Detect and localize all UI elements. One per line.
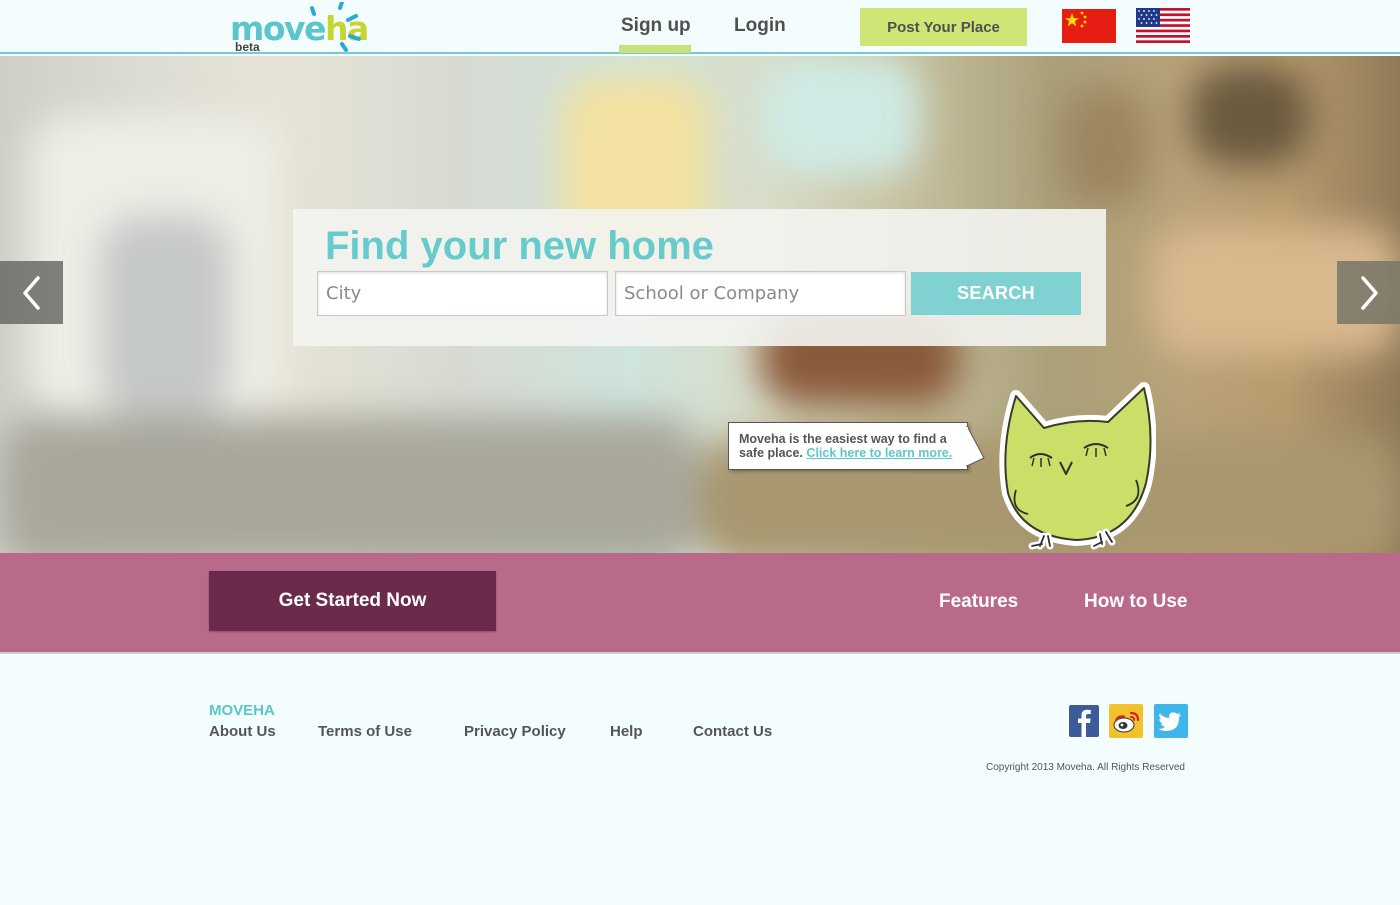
weibo-icon[interactable] [1109, 704, 1143, 738]
footer-brand: MOVEHA [209, 702, 275, 719]
carousel-next-button[interactable] [1337, 261, 1400, 324]
usa-flag-graphic [1136, 8, 1190, 43]
city-input[interactable] [317, 271, 608, 316]
search-button[interactable]: SEARCH [911, 272, 1081, 315]
footer-terms-link[interactable]: Terms of Use [318, 723, 412, 740]
login-link[interactable]: Login [734, 15, 786, 37]
how-to-use-link[interactable]: How to Use [1084, 591, 1187, 613]
china-flag-graphic [1065, 11, 1087, 28]
footer-contact-link[interactable]: Contact Us [693, 723, 772, 740]
bg-floor-shape [0, 416, 700, 553]
active-nav-indicator [619, 45, 691, 53]
bg-frame-shape [1060, 86, 1150, 206]
logo-sunburst-icon [310, 2, 361, 52]
weibo-glyph [1113, 711, 1140, 733]
twitter-glyph [1158, 712, 1181, 731]
owl-mascot [999, 382, 1156, 550]
carousel-prev-button[interactable] [0, 261, 63, 324]
bg-window-shape [100, 216, 230, 416]
hero-banner: Find your new home SEARCH Moveha is the … [0, 56, 1400, 553]
footer-privacy-link[interactable]: Privacy Policy [464, 723, 566, 740]
logo-beta-badge: beta [235, 40, 260, 54]
copyright-text: Copyright 2013 Moveha. All Rights Reserv… [986, 762, 1185, 773]
post-your-place-button[interactable]: Post Your Place [860, 8, 1027, 46]
learn-more-link[interactable]: Click here to learn more. [806, 446, 952, 460]
site-header: moveha beta Sign up Login Post Your Plac… [0, 0, 1400, 54]
bg-wall-shape [760, 56, 920, 176]
school-company-input[interactable] [615, 271, 906, 316]
twitter-icon[interactable] [1154, 704, 1188, 738]
get-started-button[interactable]: Get Started Now [209, 571, 496, 631]
info-speech-bubble: Moveha is the easiest way to find a safe… [728, 422, 968, 470]
speech-bubble-tail [963, 425, 985, 467]
facebook-glyph [1078, 709, 1091, 737]
moveha-logo[interactable]: moveha beta [228, 2, 369, 54]
footer-about-link[interactable]: About Us [209, 723, 276, 740]
search-card: Find your new home SEARCH [293, 209, 1106, 346]
signup-link[interactable]: Sign up [621, 15, 691, 37]
chevron-left-icon [22, 275, 40, 310]
hero-title: Find your new home [325, 224, 714, 268]
usa-flag-icon[interactable] [1136, 8, 1190, 43]
china-flag-icon[interactable] [1062, 9, 1116, 43]
chevron-right-icon [1360, 275, 1378, 310]
cta-band: Get Started Now Features How to Use [0, 553, 1400, 654]
bg-frame-shape [1190, 66, 1310, 166]
facebook-icon[interactable] [1069, 705, 1099, 737]
features-link[interactable]: Features [939, 591, 1018, 613]
footer-help-link[interactable]: Help [610, 723, 643, 740]
